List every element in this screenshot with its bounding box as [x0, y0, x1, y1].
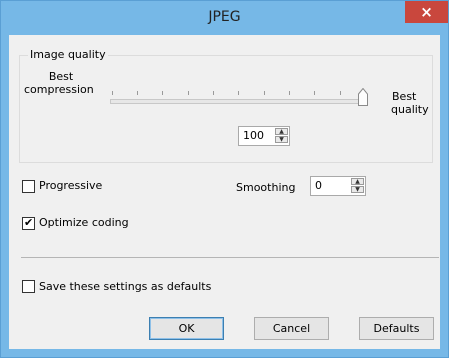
- quality-slider-thumb[interactable]: [358, 88, 368, 106]
- best-compression-label-line1: Best: [48, 70, 74, 83]
- slider-tick: [112, 91, 113, 95]
- best-compression-label-line2: compression: [24, 83, 94, 96]
- slider-tick: [137, 91, 138, 95]
- cancel-button[interactable]: Cancel: [254, 317, 329, 340]
- quality-slider-track[interactable]: [110, 99, 368, 104]
- smoothing-spinbox[interactable]: 0 ▲ ▼: [310, 176, 366, 196]
- slider-tick: [162, 91, 163, 95]
- quality-value[interactable]: 100: [243, 129, 264, 142]
- slider-tick: [238, 91, 239, 95]
- quality-spin-arrows[interactable]: ▲ ▼: [275, 128, 288, 144]
- smoothing-spin-arrows[interactable]: ▲ ▼: [351, 178, 364, 194]
- slider-tick: [340, 91, 341, 95]
- progressive-label: Progressive: [39, 179, 103, 192]
- optimize-coding-label: Optimize coding: [39, 216, 129, 229]
- smoothing-label: Smoothing: [236, 181, 296, 194]
- save-defaults-label: Save these settings as defaults: [39, 280, 212, 293]
- down-arrow-icon[interactable]: ▼: [275, 136, 288, 143]
- best-quality-label-line1: Best: [392, 90, 417, 103]
- jpeg-dialog: JPEG × Image quality Best compression Be…: [0, 0, 449, 358]
- image-quality-group: Image quality Best compression Best qual…: [19, 48, 433, 163]
- up-arrow-icon[interactable]: ▲: [351, 178, 364, 185]
- slider-tick: [264, 91, 265, 95]
- image-quality-label: Image quality: [28, 48, 108, 61]
- ok-button[interactable]: OK: [149, 317, 224, 340]
- slider-tick: [289, 91, 290, 95]
- defaults-button[interactable]: Defaults: [359, 317, 434, 340]
- close-icon: ×: [420, 3, 433, 21]
- optimize-coding-checkbox[interactable]: ✔: [22, 216, 35, 230]
- title-bar[interactable]: JPEG ×: [1, 1, 448, 35]
- smoothing-value[interactable]: 0: [315, 179, 322, 192]
- dialog-body: Image quality Best compression Best qual…: [9, 35, 440, 349]
- down-arrow-icon[interactable]: ▼: [351, 186, 364, 193]
- close-button[interactable]: ×: [405, 1, 448, 23]
- slider-tick: [314, 91, 315, 95]
- separator: [21, 257, 439, 258]
- check-icon: ✔: [24, 216, 34, 229]
- quality-spinbox[interactable]: 100 ▲ ▼: [238, 126, 290, 146]
- progressive-checkbox[interactable]: [22, 180, 35, 193]
- save-defaults-checkbox[interactable]: [22, 280, 35, 293]
- best-quality-label-line2: quality: [391, 103, 429, 116]
- window-title: JPEG: [208, 9, 241, 25]
- up-arrow-icon[interactable]: ▲: [275, 128, 288, 135]
- slider-tick: [188, 91, 189, 95]
- slider-tick: [213, 91, 214, 95]
